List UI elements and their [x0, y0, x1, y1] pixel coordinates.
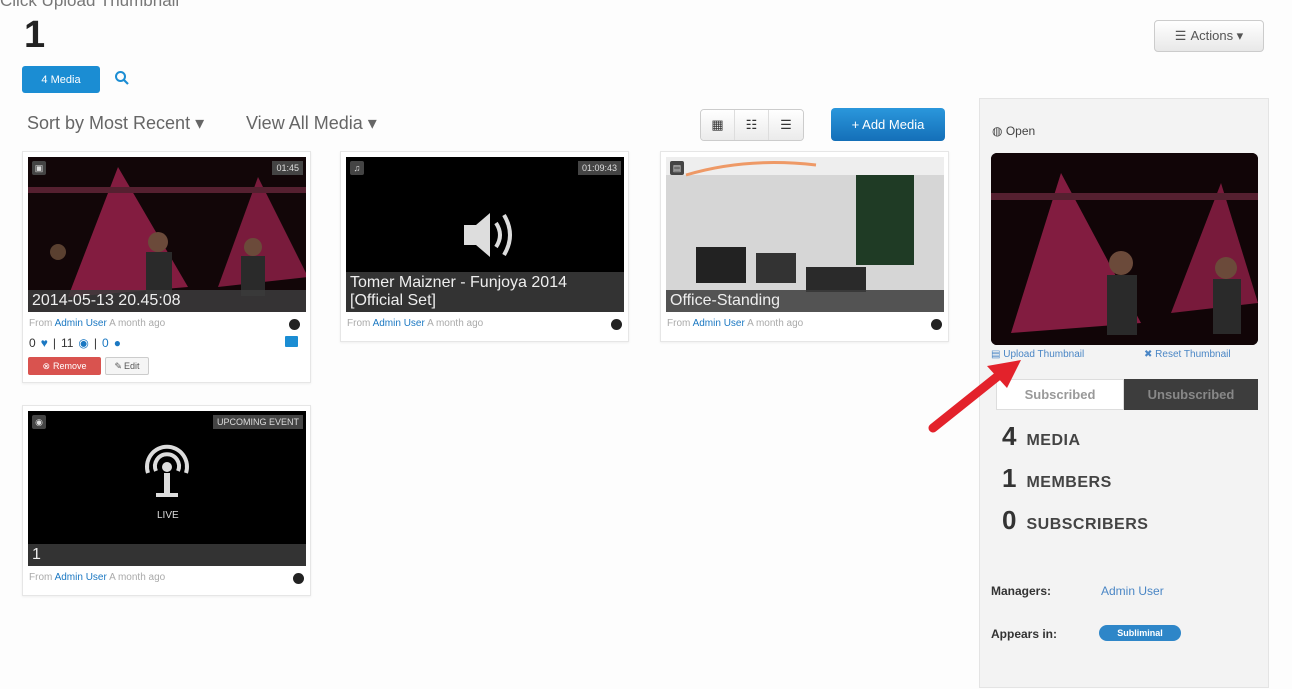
detail-view-icon[interactable]: ☰ — [769, 110, 803, 140]
subscription-toggle: Subscribed Unsubscribed — [996, 379, 1258, 410]
edit-button[interactable]: ✎ Edit — [105, 357, 149, 375]
managers-label: Managers: — [991, 584, 1052, 598]
pencil-icon: ✎ — [114, 360, 123, 371]
appears-in-label: Appears in: — [991, 627, 1058, 641]
heart-icon: ♥ — [40, 336, 48, 350]
audio-icon: ♫ — [350, 161, 364, 175]
media-thumbnail[interactable]: ♫ 01:09:43 Tomer Maizner - Funjoya 2014 … — [346, 157, 624, 312]
author-link[interactable]: Admin User — [55, 318, 107, 329]
media-title[interactable]: Tomer Maizner - Funjoya 2014 [Official S… — [346, 272, 624, 312]
remove-icon: ⊗ — [42, 360, 51, 371]
comment-icon: ● — [113, 336, 121, 350]
grid-view-icon[interactable]: ▦ — [701, 110, 735, 140]
category-tag[interactable]: Subliminal — [1099, 625, 1181, 641]
eye-icon: ◉ — [78, 336, 89, 350]
live-label: LIVE — [157, 510, 179, 521]
media-title[interactable]: Office-Standing — [666, 290, 944, 312]
broadcast-icon — [28, 411, 306, 566]
unsubscribed-button[interactable]: Unsubscribed — [1124, 379, 1258, 410]
author-link[interactable]: Admin User — [693, 318, 745, 329]
media-card-video: ▣ 01:45 2014-05-13 20.45:08 From Admin U… — [22, 151, 311, 383]
duration-badge: 01:45 — [272, 161, 303, 175]
media-title[interactable]: 2014-05-13 20.45:08 — [28, 290, 306, 312]
globe-icon: ◍ — [992, 124, 1003, 138]
event-badge: UPCOMING EVENT — [212, 415, 303, 429]
view-toggle-group: ▦ ☷ ☰ — [700, 109, 804, 141]
actions-label: Actions ▾ — [1190, 28, 1244, 43]
remove-button[interactable]: ⊗ Remove — [28, 357, 101, 375]
card-menu-icon[interactable] — [289, 319, 300, 330]
media-meta: From Admin User A month ago — [29, 318, 166, 329]
media-thumbnail[interactable]: ▤ Office-Standing — [666, 157, 944, 312]
add-media-button[interactable]: + Add Media — [831, 108, 945, 141]
view-all-dropdown[interactable]: View All Media ▾ — [246, 113, 377, 134]
card-menu-icon[interactable] — [611, 319, 622, 330]
concert-image — [991, 153, 1258, 345]
author-link[interactable]: Admin User — [55, 572, 107, 583]
office-image — [666, 157, 944, 312]
channel-thumbnail — [991, 153, 1258, 345]
video-icon: ▣ — [32, 161, 46, 175]
reset-thumbnail-link[interactable]: ✖ Reset Thumbnail — [1144, 349, 1231, 360]
sort-dropdown[interactable]: Sort by Most Recent ▾ — [27, 113, 204, 134]
media-thumbnail[interactable]: ▣ 01:45 2014-05-13 20.45:08 — [28, 157, 306, 312]
stat-members: 1 MEMBERS — [1002, 463, 1112, 493]
media-title[interactable]: 1 — [28, 544, 306, 566]
close-icon: ✖ — [1144, 349, 1153, 360]
card-menu-icon[interactable] — [293, 573, 304, 584]
media-meta: From Admin User A month ago — [29, 572, 166, 583]
live-icon: ◉ — [32, 415, 46, 429]
media-meta: From Admin User A month ago — [667, 318, 804, 329]
concert-image — [28, 157, 306, 312]
manager-link[interactable]: Admin User — [1101, 584, 1164, 598]
card-menu-icon[interactable] — [931, 319, 942, 330]
duration-badge: 01:09:43 — [577, 161, 621, 175]
media-card-audio: ♫ 01:09:43 Tomer Maizner - Funjoya 2014 … — [340, 151, 629, 342]
author-link[interactable]: Admin User — [373, 318, 425, 329]
media-stats: 0 ♥ | 11 ◉ | 0 ● — [29, 336, 121, 350]
list-icon: ☰ — [1174, 28, 1187, 43]
page-title: 1 — [24, 14, 46, 56]
media-card-image: ▤ Office-Standing From Admin User A mont… — [660, 151, 949, 342]
actions-button[interactable]: ☰ Actions ▾ — [1154, 20, 1264, 52]
stat-subscribers: 0 SUBSCRIBERS — [1002, 505, 1149, 535]
list-view-icon[interactable]: ☷ — [735, 110, 769, 140]
media-meta: From Admin User A month ago — [347, 318, 484, 329]
media-thumbnail[interactable]: ◉ UPCOMING EVENT LIVE 1 — [28, 411, 306, 566]
media-card-live: ◉ UPCOMING EVENT LIVE 1 From Admin User … — [22, 405, 311, 596]
tutorial-caption: Click Upload Thumbnail — [0, 0, 180, 10]
annotation-arrow-icon — [928, 360, 1021, 433]
media-tab[interactable]: 4 Media — [22, 66, 100, 93]
search-icon[interactable] — [114, 70, 130, 86]
open-status: ◍ Open — [992, 124, 1036, 138]
image-icon: ▤ — [670, 161, 684, 175]
image-icon[interactable] — [285, 336, 298, 347]
